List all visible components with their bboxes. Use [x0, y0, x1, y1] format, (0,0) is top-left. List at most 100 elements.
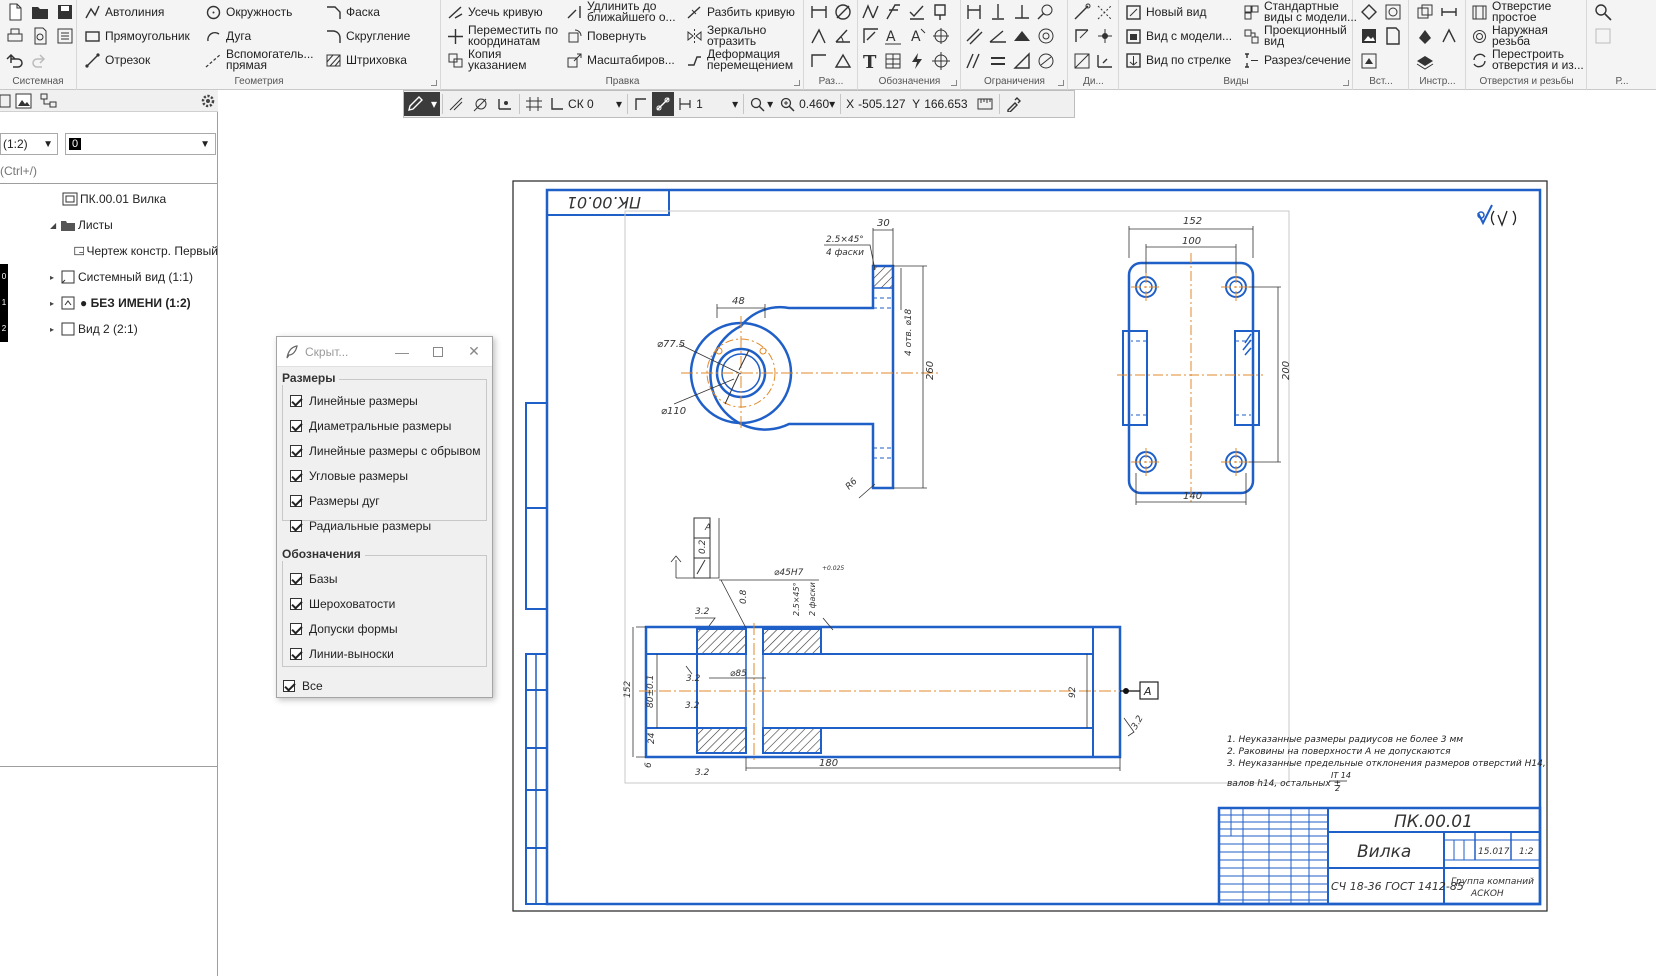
expand-down-icon[interactable]: ◢	[50, 221, 60, 230]
checkbox-form-tolerances[interactable]: Допуски формы	[290, 622, 398, 636]
checkbox-diameter-dims[interactable]: Диаметральные размеры	[290, 419, 451, 433]
fix-point-icon[interactable]	[964, 2, 984, 22]
checkbox-checked-icon[interactable]	[290, 445, 302, 457]
undo-icon[interactable]	[5, 51, 25, 71]
deform-button[interactable]: Деформация перемещением	[686, 48, 793, 72]
equal-icon[interactable]	[988, 51, 1008, 71]
tolerance-icon[interactable]	[907, 2, 927, 22]
panel-tab-icon[interactable]	[0, 93, 14, 109]
checkbox-checked-icon[interactable]	[290, 470, 302, 482]
gear-icon[interactable]	[200, 93, 216, 109]
parallel-icon[interactable]	[964, 26, 984, 46]
group-expand-icon[interactable]	[431, 80, 437, 86]
checkbox-all[interactable]: Все	[283, 679, 323, 693]
insert-object-icon[interactable]	[1359, 51, 1379, 71]
arc-button[interactable]: Дуга	[205, 24, 251, 48]
maximize-icon[interactable]	[420, 346, 456, 357]
tool-fill-icon[interactable]	[1415, 26, 1435, 46]
projection-view-button[interactable]: Проекционный вид	[1243, 24, 1347, 48]
diag-5-icon[interactable]	[1072, 51, 1092, 71]
close-icon[interactable]: ✕	[456, 343, 492, 360]
split-curve-button[interactable]: Разбить кривую	[686, 0, 795, 24]
step-select[interactable]: 1 ▾	[674, 92, 741, 116]
zoom-input[interactable]: 0.460 ▾	[776, 92, 838, 116]
preview-icon[interactable]	[30, 26, 50, 46]
tool-copy-icon[interactable]	[1415, 2, 1435, 22]
angle-dim-icon[interactable]	[833, 26, 853, 46]
lightning-icon[interactable]	[907, 51, 927, 71]
grid-button[interactable]	[522, 92, 546, 116]
tree-search-input[interactable]	[0, 160, 216, 182]
linear-dim-icon[interactable]	[809, 2, 829, 22]
group-expand-icon[interactable]	[1058, 80, 1064, 86]
tree-item-sheets[interactable]: ◢ Листы	[0, 212, 218, 238]
x-coordinate[interactable]: X -505.127	[843, 92, 909, 116]
diag-1-icon[interactable]	[1072, 2, 1092, 22]
ortho-button[interactable]	[445, 92, 469, 116]
checkbox-checked-icon[interactable]	[290, 420, 302, 432]
checkbox-checked-icon[interactable]	[290, 495, 302, 507]
print-icon[interactable]	[5, 26, 25, 46]
style-button[interactable]	[630, 92, 652, 116]
checkbox-bases[interactable]: Базы	[290, 572, 338, 586]
rebuild-holes-button[interactable]: Перестроить отверстия и из...	[1471, 48, 1584, 72]
tree-item-system-view[interactable]: 0 ▸ Системный вид (1:1)	[0, 264, 218, 290]
checkbox-checked-icon[interactable]	[283, 680, 295, 692]
checkbox-roughness[interactable]: Шероховатости	[290, 597, 395, 611]
image-icon[interactable]	[15, 93, 33, 109]
center-mark-icon[interactable]	[931, 26, 951, 46]
roughness-icon[interactable]	[861, 2, 881, 22]
snap-mode-button[interactable]	[404, 92, 428, 116]
text-T-icon[interactable]: T	[861, 51, 881, 73]
rectangle-button[interactable]: Прямоугольник	[84, 24, 190, 48]
checkbox-angle-dims[interactable]: Угловые размеры	[290, 469, 408, 483]
radial-dim-icon[interactable]	[809, 26, 829, 46]
chamfer-button[interactable]: Фаска	[325, 0, 380, 24]
y-coordinate[interactable]: Y 166.653	[909, 92, 973, 116]
leader-icon[interactable]	[931, 2, 951, 22]
point-on-curve-icon[interactable]	[1012, 51, 1032, 71]
snap-dropdown[interactable]: ▾	[428, 92, 441, 116]
diag-2-icon[interactable]	[1095, 2, 1115, 22]
layer-select[interactable]: 0 ▼	[65, 133, 216, 155]
cs-select[interactable]: СК 0 ▾	[546, 92, 625, 116]
tree-item-sheet[interactable]: Чертеж констр. Первый	[0, 238, 218, 264]
angle-constraint-icon[interactable]	[988, 26, 1008, 46]
merge-points-icon[interactable]	[1036, 51, 1056, 71]
local-cs-button[interactable]	[493, 92, 517, 116]
standard-views-button[interactable]: Стандартные виды с модели...	[1243, 0, 1357, 24]
new-file-icon[interactable]	[5, 2, 25, 22]
autoline-button[interactable]: Автолиния	[84, 0, 164, 24]
insert-page-icon[interactable]	[1383, 26, 1403, 46]
copy-button[interactable]: Копия указанием	[447, 48, 526, 72]
collinear-icon[interactable]	[964, 51, 984, 71]
checkbox-checked-icon[interactable]	[290, 573, 302, 585]
snap-toggle-button[interactable]	[652, 92, 675, 116]
table-icon[interactable]	[883, 51, 903, 71]
checkbox-checked-icon[interactable]	[290, 395, 302, 407]
tree-structure-icon[interactable]	[40, 93, 58, 109]
rotate-button[interactable]: Повернуть	[566, 24, 646, 48]
fillet-button[interactable]: Скругление	[325, 24, 410, 48]
mark-A-icon[interactable]: A	[907, 26, 927, 46]
extend-button[interactable]: Удлинить до ближайшего о...	[566, 0, 676, 24]
expand-right-icon[interactable]: ▸	[50, 273, 60, 282]
insert-fragment-icon[interactable]	[1359, 2, 1379, 22]
properties-icon[interactable]	[55, 26, 75, 46]
diag-6-icon[interactable]	[1095, 51, 1115, 71]
section-button[interactable]: Разрез/сечение	[1243, 48, 1351, 72]
checkbox-checked-icon[interactable]	[290, 623, 302, 635]
tangent-icon[interactable]	[1036, 2, 1056, 22]
break-dim-icon[interactable]	[833, 51, 853, 71]
dialog-titlebar[interactable]: Скрыт... — ✕	[277, 337, 492, 367]
tool-lasso-icon[interactable]	[1439, 26, 1459, 46]
checkbox-checked-icon[interactable]	[290, 648, 302, 660]
diag-4-icon[interactable]	[1095, 26, 1115, 46]
zoom-window-button[interactable]: ▾	[746, 92, 776, 116]
insert-image-icon[interactable]	[1359, 26, 1379, 46]
open-folder-icon[interactable]	[30, 2, 50, 22]
new-view-button[interactable]: Новый вид	[1125, 0, 1206, 24]
position-icon[interactable]	[861, 26, 881, 46]
arrow-view-button[interactable]: Вид по стрелке	[1125, 48, 1231, 72]
checkbox-leader-lines[interactable]: Линии-выноски	[290, 647, 394, 661]
